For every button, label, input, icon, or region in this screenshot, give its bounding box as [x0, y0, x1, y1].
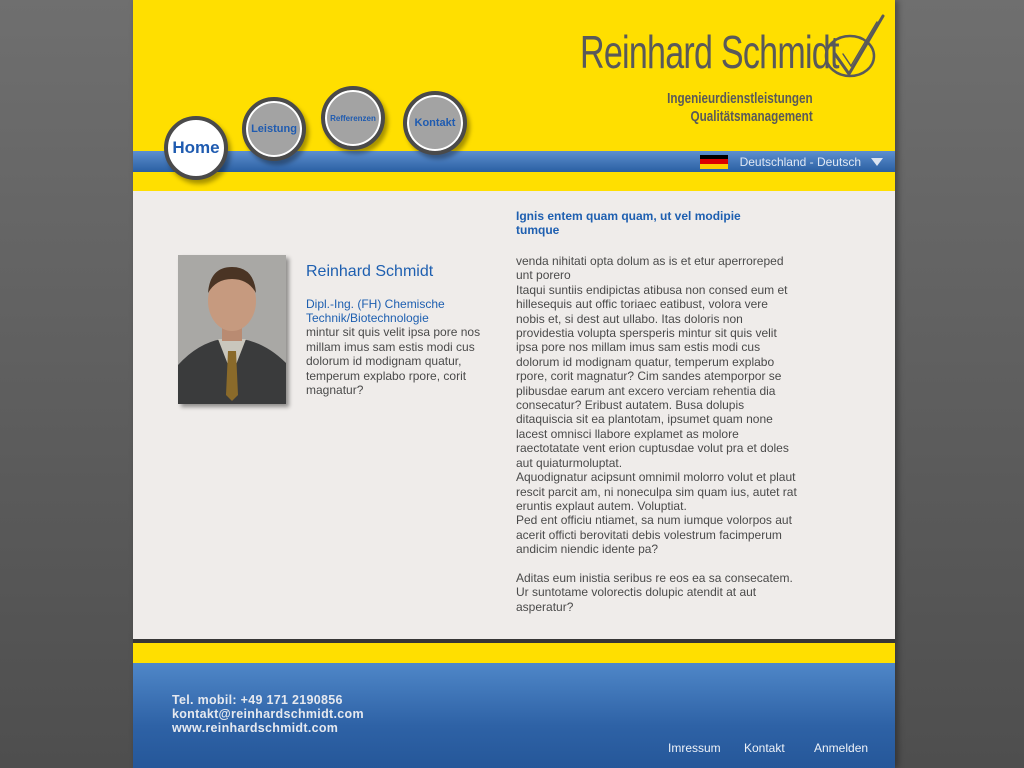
article-paragraph: Aquodignatur acipsunt omnimil molorro vo… — [516, 470, 797, 513]
profile-title: Dipl.-Ing. (FH) Chemische Technik/Biotec… — [306, 297, 445, 325]
article-paragraph: Ped ent officiu ntiamet, sa num iumque v… — [516, 513, 792, 557]
profile-name: Reinhard Schmidt — [306, 263, 434, 280]
nav-kontakt-button[interactable]: Kontakt — [403, 91, 467, 155]
footer-email[interactable]: kontakt@reinhardschmidt.com — [172, 707, 364, 721]
footer-contact: Tel. mobil: +49 171 2190856 kontakt@rein… — [172, 693, 364, 735]
footer-website[interactable]: www.reinhardschmidt.com — [172, 721, 364, 735]
checkmark-logo-icon — [824, 14, 885, 78]
logo[interactable]: Reinhard Schmidt Ingenieurdienstleistung… — [578, 14, 888, 132]
footer-link-impressum[interactable]: Imressum — [668, 741, 721, 755]
footer-link-kontakt[interactable]: Kontakt — [744, 741, 785, 755]
footer-link-anmelden[interactable]: Anmelden — [814, 741, 868, 755]
german-flag-icon — [699, 154, 728, 169]
language-selector[interactable]: Deutschland - Deutsch — [699, 153, 883, 170]
main-content: Reinhard Schmidt Dipl.-Ing. (FH) Chemisc… — [133, 191, 895, 639]
header: Reinhard Schmidt Ingenieurdienstleistung… — [133, 0, 895, 191]
article-paragraph: Itaqui suntiis endipictas atibusa non co… — [516, 282, 789, 470]
footer: Tel. mobil: +49 171 2190856 kontakt@rein… — [133, 663, 895, 768]
logo-subtitle-2: Qualitätsmanagement — [690, 108, 813, 125]
article-body: venda nihitati opta dolum as is et etur … — [516, 254, 798, 614]
footer-yellow-strip — [133, 643, 895, 663]
article-paragraph: Aditas eum inistia seribus re eos ea sa … — [516, 570, 793, 614]
article-heading: Ignis entem quam quam, ut vel modipie tu… — [516, 209, 741, 237]
nav-leistung-button[interactable]: Leistung — [242, 97, 306, 161]
logo-name: Reinhard Schmidt — [580, 26, 839, 78]
profile-text: mintur sit quis velit ipsa pore nos mill… — [306, 325, 481, 397]
footer-phone: Tel. mobil: +49 171 2190856 — [172, 693, 343, 707]
language-label: Deutschland - Deutsch — [739, 154, 861, 169]
article-paragraph: venda nihitati opta dolum as is et etur … — [516, 254, 784, 283]
page: Reinhard Schmidt Ingenieurdienstleistung… — [133, 0, 895, 768]
profile-photo — [178, 255, 286, 404]
nav-home-button[interactable]: Home — [164, 116, 228, 180]
caret-down-icon — [871, 157, 883, 166]
logo-subtitle-1: Ingenieurdienstleistungen — [667, 90, 813, 107]
nav-referenzen-button[interactable]: Refferenzen — [321, 86, 385, 150]
